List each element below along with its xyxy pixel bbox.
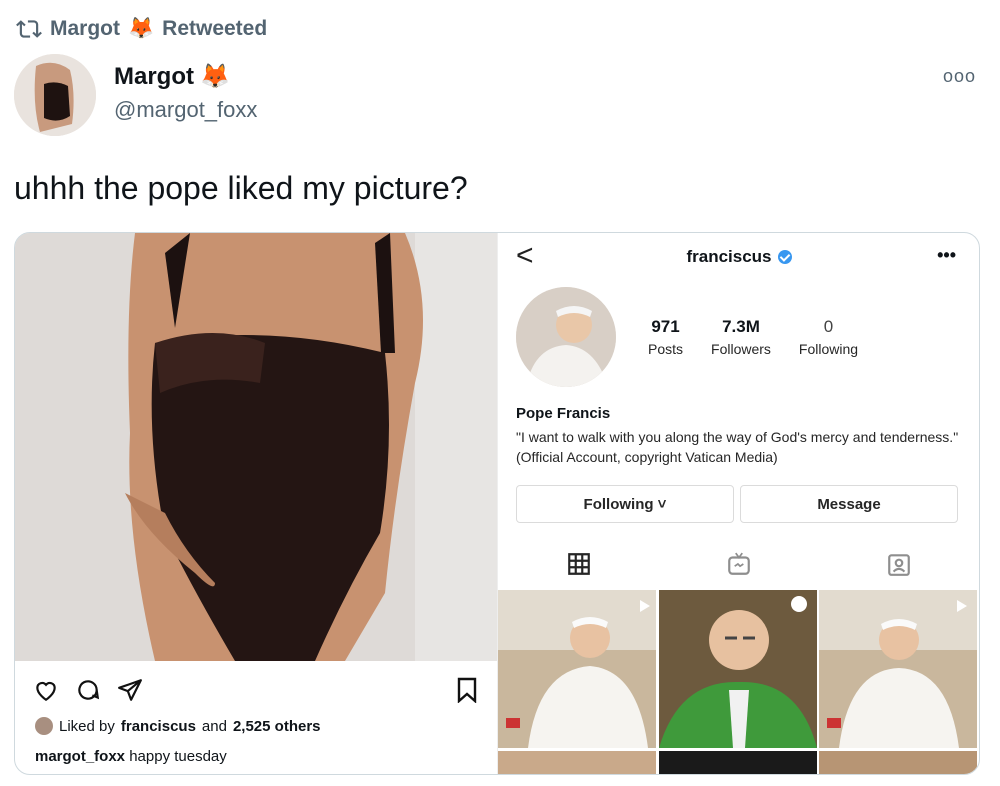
verified-icon [777,250,792,264]
grid-post[interactable] [498,751,656,774]
liker-avatar [35,717,53,735]
profile-display-name: Pope Francis [516,405,611,422]
author-handle[interactable]: @margot_foxx [114,97,257,123]
likes-count[interactable]: 2,525 others [233,718,321,735]
liker-username[interactable]: franciscus [121,718,196,735]
instagram-post: Liked by franciscus and 2,525 others mar… [15,233,497,774]
grid-icon[interactable] [566,551,592,577]
retweet-header[interactable]: Margot 🦊 Retweeted [16,16,267,42]
caption-username[interactable]: margot_foxx [35,748,125,765]
retweet-user[interactable]: Margot [50,17,120,41]
instagram-profile: < franciscus ••• 971 Posts 7.3M Follower… [497,233,979,774]
retweet-label: Retweeted [162,17,268,40]
share-icon[interactable] [117,677,143,703]
grid-post[interactable] [659,751,817,774]
followers-stat[interactable]: 7.3M Followers [711,317,771,357]
profile-more-icon[interactable]: ••• [937,245,956,266]
grid-post[interactable] [819,751,977,774]
profile-tabs [498,551,979,587]
profile-avatar[interactable] [516,287,616,387]
profile-stats: 971 Posts 7.3M Followers 0 Following [648,317,858,357]
bookmark-icon[interactable] [455,677,479,703]
following-stat[interactable]: 0 Following [799,317,858,357]
comment-icon[interactable] [75,677,101,703]
more-options-icon[interactable]: ooo [943,66,976,87]
author-name[interactable]: Margot 🦊 [114,62,230,91]
post-actions [33,677,143,703]
igtv-icon[interactable] [726,551,752,577]
likes-line[interactable]: Liked by franciscus and 2,525 others [35,717,321,735]
fox-icon: 🦊 [128,17,155,40]
grid-post[interactable] [498,590,656,748]
grid-post[interactable] [819,590,977,748]
message-button[interactable]: Message [740,485,958,523]
tagged-icon[interactable] [886,551,912,577]
profile-username: franciscus [498,247,979,267]
grid-post[interactable] [659,590,817,748]
retweet-icon [16,20,42,38]
author-avatar[interactable] [14,54,96,136]
heart-icon[interactable] [33,677,59,703]
tweet-media[interactable]: Liked by franciscus and 2,525 others mar… [14,232,980,775]
post-photo[interactable] [15,233,497,661]
profile-bio: "I want to walk with you along the way o… [516,429,959,465]
tweet-text: uhhh the pope liked my picture? [14,170,468,206]
following-button[interactable]: Following ˅ [516,485,734,523]
post-caption: margot_foxx happy tuesday [35,748,227,765]
fox-icon: 🦊 [200,63,230,90]
posts-stat[interactable]: 971 Posts [648,317,683,357]
